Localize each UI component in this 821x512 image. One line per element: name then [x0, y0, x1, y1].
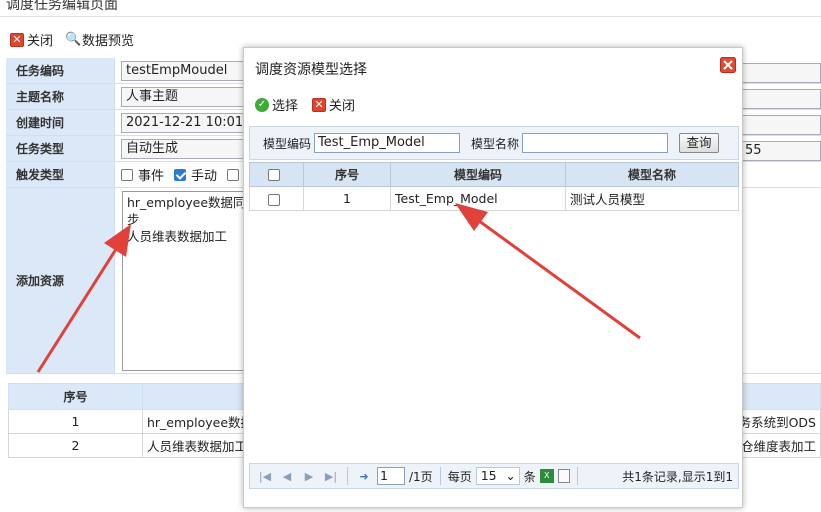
magnifier-icon: 🔍: [65, 31, 82, 47]
dialog-toolbar: ✓ 选择 ✕ 关闭: [255, 95, 355, 114]
model-grid: 序号 模型编码 模型名称 1 Test_Emp_Model 测试人员模型: [249, 162, 739, 211]
row-seq: 1: [8, 409, 143, 434]
row-name: 测试人员模型: [565, 186, 739, 211]
resource-item[interactable]: 人员维表数据加工: [127, 228, 247, 245]
go-page-icon[interactable]: ➜: [355, 470, 373, 483]
row-seq: 2: [8, 433, 143, 458]
close-icon: ✕: [10, 32, 24, 47]
model-select-dialog: 调度资源模型选择 ✓ 选择 ✕ 关闭 模型编码 Test_Emp_Model 模…: [243, 47, 743, 508]
row-name-text: hr_employee数据: [147, 415, 254, 430]
first-page-icon[interactable]: |◀: [256, 470, 274, 483]
trigger-label: 触发类型: [6, 162, 115, 187]
manual-option-label: 手动: [191, 169, 218, 184]
page-title: 调度任务编辑页面: [6, 0, 118, 13]
col-seq-header: 序号: [303, 162, 391, 187]
select-button[interactable]: ✓ 选择: [255, 95, 298, 114]
row-checkbox-cell: [249, 186, 304, 211]
page-count-text: /1页: [409, 469, 433, 484]
data-preview-label: 数据预览: [82, 34, 135, 49]
table-row[interactable]: 1 Test_Emp_Model 测试人员模型: [249, 186, 739, 211]
task-type-right-field[interactable]: 55: [743, 141, 821, 161]
dialog-close-icon[interactable]: [720, 57, 736, 73]
model-code-label: 模型编码: [263, 136, 312, 151]
pager-divider: [347, 467, 348, 485]
subject-input-tail: [743, 89, 821, 109]
query-button[interactable]: 查询: [679, 133, 720, 153]
pagination-bar: |◀ ◀ ▶ ▶| ➜ 1 /1页 每页 15 ⌄ 条 X 共1条记录,显示1到…: [249, 463, 739, 489]
resource-list[interactable]: hr_employee数据同步 人员维表数据加工: [122, 191, 252, 371]
col-name-header: 模型名称: [565, 162, 739, 187]
prev-page-icon[interactable]: ◀: [278, 470, 296, 483]
row-code: Test_Emp_Model: [390, 186, 566, 211]
close-icon: ✕: [312, 97, 327, 112]
col-code-header: 模型编码: [390, 162, 566, 187]
main-toolbar: ✕ 关闭 🔍 数据预览: [10, 30, 134, 49]
task-code-input-tail: [743, 63, 821, 83]
chevron-down-icon: ⌄: [505, 468, 516, 483]
model-name-input[interactable]: [522, 133, 669, 153]
select-all-checkbox[interactable]: [268, 169, 280, 181]
close-button[interactable]: ✕ 关闭: [10, 30, 53, 49]
pager-divider: [439, 467, 441, 485]
select-all-header: [249, 162, 304, 187]
task-type-label: 任务类型: [6, 136, 115, 161]
excel-export-icon[interactable]: X: [539, 469, 554, 483]
last-page-icon[interactable]: ▶|: [322, 470, 340, 483]
per-page-select[interactable]: 15 ⌄: [475, 467, 520, 485]
event-checkbox[interactable]: [121, 168, 133, 181]
record-info: 共1条记录,显示1到1: [622, 469, 733, 484]
resource-item[interactable]: hr_employee数据同步: [127, 194, 247, 228]
check-circle-icon: ✓: [255, 97, 269, 112]
row-seq: 1: [303, 186, 391, 211]
dialog-close-label: 关闭: [329, 99, 356, 114]
per-page-label: 每页: [447, 469, 472, 484]
row-checkbox[interactable]: [268, 193, 280, 206]
row-right-text: 务系统到ODS: [738, 415, 816, 430]
page-number-input[interactable]: 1: [377, 467, 405, 485]
pager-divider: [576, 467, 578, 485]
model-name-label: 模型名称: [471, 136, 520, 151]
col-seq-header: 序号: [8, 383, 143, 410]
model-code-input[interactable]: Test_Emp_Model: [314, 133, 461, 153]
row-name-text: 人员维表数据加工: [147, 439, 248, 454]
per-page-unit: 条: [523, 469, 536, 484]
data-preview-button[interactable]: 🔍 数据预览: [65, 30, 134, 49]
extra-trigger-checkbox[interactable]: [227, 168, 240, 181]
created-input-tail: [743, 115, 821, 135]
document-export-icon[interactable]: [557, 469, 570, 483]
close-button-label: 关闭: [27, 34, 54, 49]
task-code-label: 任务编码: [6, 58, 115, 83]
created-label: 创建时间: [6, 110, 115, 135]
add-resource-label: 添加资源: [6, 188, 115, 373]
per-page-value: 15: [480, 468, 497, 483]
next-page-icon[interactable]: ▶: [300, 470, 318, 483]
event-option-label: 事件: [138, 169, 165, 184]
dialog-close-button[interactable]: ✕ 关闭: [312, 95, 355, 114]
subject-label: 主题名称: [6, 84, 115, 109]
search-bar: 模型编码 Test_Emp_Model 模型名称 查询: [249, 126, 739, 160]
dialog-title: 调度资源模型选择: [255, 62, 367, 78]
select-button-label: 选择: [272, 99, 299, 114]
manual-checkbox[interactable]: [174, 168, 187, 181]
title-divider: [0, 16, 821, 17]
row-right-text: 仓维度表加工: [740, 439, 816, 454]
